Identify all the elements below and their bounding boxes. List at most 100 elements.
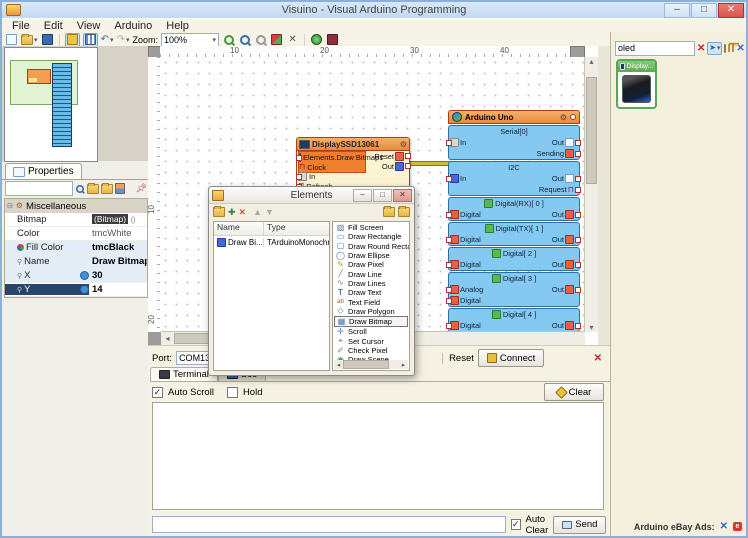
arduino-header[interactable]: Arduino Uno ⚙	[448, 110, 580, 124]
web-help-button[interactable]	[310, 34, 323, 46]
property-value[interactable]: Draw Bitmap1	[89, 256, 147, 267]
add-element-icon[interactable]	[213, 207, 225, 217]
elements-dialog[interactable]: Elements – □ ✕ ✚ ✕ ▲ ▼ Name Type	[208, 186, 415, 376]
pin[interactable]	[575, 187, 581, 193]
minimap[interactable]	[4, 47, 98, 162]
pin-label[interactable]: Out	[552, 260, 564, 269]
pin-label[interactable]: Out	[552, 174, 564, 183]
package-button[interactable]	[326, 34, 339, 46]
clear-search-icon[interactable]: ✕	[697, 43, 705, 54]
property-value[interactable]: 30	[89, 270, 147, 281]
save-project-button[interactable]	[41, 34, 54, 46]
pin-label[interactable]: Digital	[460, 296, 481, 305]
dialog-minimize-button[interactable]: –	[353, 189, 372, 202]
palette-item-draw-lines[interactable]: ∿Draw Lines	[334, 279, 408, 288]
property-row-bitmap[interactable]: Bitmap (Bitmap) ()	[5, 213, 147, 227]
column-type[interactable]: Type	[264, 222, 329, 235]
pin[interactable]	[575, 176, 581, 182]
dialog-close-button[interactable]: ✕	[393, 189, 412, 202]
property-value[interactable]: (Bitmap)	[92, 214, 128, 224]
move-up-icon[interactable]: ▲	[253, 207, 262, 217]
scroll-left-arrow[interactable]: ◂	[161, 334, 174, 343]
palette-item-draw-line[interactable]: ╱Draw Line	[334, 269, 408, 278]
build-button[interactable]	[270, 34, 283, 46]
property-value[interactable]: 14	[89, 284, 147, 295]
pin[interactable]	[570, 114, 576, 120]
auto-scroll-checkbox[interactable]: ✓	[152, 387, 163, 398]
component-tile-display[interactable]: Display...	[616, 59, 657, 109]
pin-label[interactable]: Out	[552, 235, 564, 244]
pin-label[interactable]: In	[460, 138, 466, 147]
palette-item-text-field[interactable]: abText Field	[334, 297, 408, 306]
tab-properties[interactable]: Properties	[5, 163, 82, 179]
pin-label[interactable]: Out	[552, 285, 564, 294]
zoom-in-button[interactable]	[222, 34, 235, 46]
selected-element-block[interactable]: Elements.Draw Bitmap1 ⊓Clock	[298, 151, 366, 173]
pin-label[interactable]: Digital	[460, 210, 481, 219]
property-group[interactable]: ⊟ ⚙ Miscellaneous	[5, 199, 147, 213]
redo-button[interactable]: ↷▾	[117, 34, 130, 46]
property-row-color[interactable]: Color tmcWhite	[5, 227, 147, 241]
palette-horizontal-scrollbar[interactable]: ◂ ▸	[334, 360, 408, 369]
new-project-button[interactable]	[5, 34, 18, 46]
pin[interactable]	[575, 262, 581, 268]
categorized-view-icon[interactable]	[115, 183, 125, 194]
clear-button[interactable]: Clear	[544, 383, 604, 401]
terminal-output[interactable]	[152, 402, 604, 510]
reset-button[interactable]: Reset	[442, 353, 474, 364]
pin[interactable]	[575, 151, 581, 157]
property-value[interactable]: tmcWhite	[89, 228, 147, 239]
pin[interactable]	[296, 155, 302, 161]
pin-label[interactable]: Sending	[536, 149, 564, 158]
close-ads-icon[interactable]: ✕	[720, 521, 728, 532]
pin-connect-icon[interactable]	[80, 285, 89, 294]
zoom-select[interactable]: 100%▾	[161, 33, 219, 47]
palette-item-fill-screen[interactable]: ▧Fill Screen	[334, 223, 408, 232]
properties-search-input[interactable]	[5, 181, 73, 196]
scroll-left-arrow[interactable]: ◂	[334, 361, 343, 369]
scroll-up-arrow[interactable]: ▴	[585, 57, 598, 66]
palette-item-scroll[interactable]: ✛Scroll	[334, 327, 408, 336]
palette-item-set-cursor[interactable]: ⌖Set Cursor	[334, 337, 408, 346]
column-name[interactable]: Name	[214, 222, 264, 235]
display-component[interactable]: DisplaySSD13061 ⚙ Elements.Draw Bitmap1 …	[296, 137, 410, 192]
component-search-input[interactable]	[615, 41, 695, 56]
arduino-section-digital-tx1[interactable]: Digital(TX)[ 1 ] Digital Out	[448, 222, 580, 246]
palette-item-check-pixel[interactable]: ✐Check Pixel	[334, 346, 408, 355]
element-list-row[interactable]: Draw Bi... TArduinoMonochrome...	[214, 236, 329, 248]
minimize-button[interactable]: –	[664, 3, 690, 18]
property-row-y-selected[interactable]: ⚲Y 14	[5, 283, 147, 297]
palette-item-draw-pixel[interactable]: ✎Draw Pixel	[334, 260, 408, 269]
pin[interactable]	[446, 237, 452, 243]
send-button[interactable]: Send	[553, 516, 606, 534]
delete-element-icon[interactable]: ✕	[239, 207, 247, 217]
disconnect-wrench-icon[interactable]: ✕	[594, 353, 602, 364]
title-bar[interactable]: Visuino - Visual Arduino Programming – □…	[2, 2, 746, 18]
pin-label[interactable]: Digital	[460, 260, 481, 269]
menu-arduino[interactable]: Arduino	[108, 20, 158, 32]
menu-file[interactable]: File	[6, 20, 36, 32]
delete-button[interactable]: ✕	[286, 34, 299, 46]
undo-button[interactable]: ↶▾	[101, 34, 114, 46]
arduino-section-digital-3[interactable]: Digital[ 3 ] Analog Out Digital	[448, 272, 580, 307]
arduino-component[interactable]: Arduino Uno ⚙ Serial[0] In Out Sending I…	[448, 110, 580, 332]
palette-item-draw-text[interactable]: TDraw Text	[334, 288, 408, 297]
arduino-section-serial[interactable]: Serial[0] In Out Sending	[448, 125, 580, 160]
expand-folder-icon[interactable]	[729, 44, 731, 53]
element-row-label[interactable]: Elements.Draw Bitmap1	[303, 153, 383, 162]
pin[interactable]	[575, 323, 581, 329]
close-button[interactable]: ✕	[718, 3, 744, 18]
connect-button[interactable]: Connect	[478, 349, 544, 367]
pin-label[interactable]: Request	[539, 185, 567, 194]
pin[interactable]	[575, 237, 581, 243]
expand-categories-icon[interactable]	[383, 207, 395, 217]
menu-help[interactable]: Help	[160, 20, 195, 32]
arduino-section-digital-2[interactable]: Digital[ 2 ] Digital Out	[448, 247, 580, 271]
collapse-categories-icon[interactable]	[398, 207, 410, 217]
property-value[interactable]: tmcBlack	[89, 242, 147, 253]
property-row-x[interactable]: ⚲X 30	[5, 269, 147, 283]
pin[interactable]	[446, 140, 452, 146]
arduino-section-i2c[interactable]: I2C In Out Request⊓	[448, 161, 580, 196]
palette-item-draw-bitmap-selected[interactable]: ▦Draw Bitmap	[334, 316, 408, 327]
scrollbar-thumb[interactable]	[343, 360, 389, 369]
